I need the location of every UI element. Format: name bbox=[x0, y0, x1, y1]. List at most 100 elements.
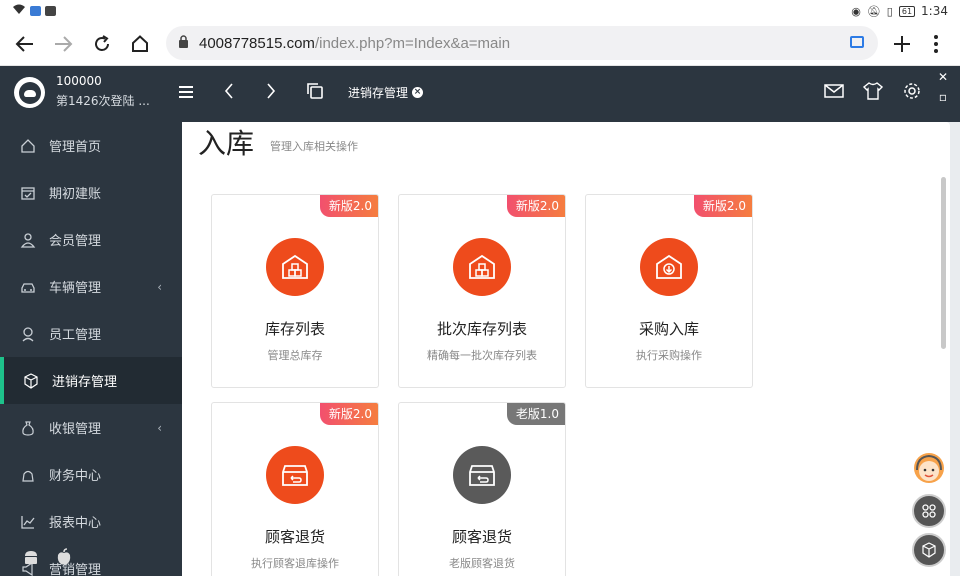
money-bag-icon bbox=[19, 419, 37, 437]
apple-icon bbox=[56, 548, 72, 570]
battery-level: 61 bbox=[901, 6, 913, 16]
sidebar-item-label: 进销存管理 bbox=[52, 375, 118, 390]
avatar[interactable] bbox=[14, 77, 45, 108]
tab-active[interactable]: 进销存管理 × bbox=[348, 84, 424, 101]
user-id: 100000 bbox=[56, 74, 102, 88]
sidebar-item-label: 会员管理 bbox=[49, 234, 102, 249]
clock: 1:34 bbox=[921, 4, 948, 18]
status-bar: ◉ 🔕︎ ▯ 61 1:34 bbox=[0, 0, 960, 22]
prev-tab-button[interactable] bbox=[224, 82, 234, 106]
home-outline-icon bbox=[132, 35, 148, 52]
new-tab-button[interactable] bbox=[886, 28, 918, 60]
chart-line-icon bbox=[19, 513, 37, 531]
page-title: 入库 bbox=[198, 127, 255, 160]
finance-icon bbox=[19, 466, 37, 484]
car-icon bbox=[19, 278, 37, 296]
hamburger-icon bbox=[179, 86, 193, 98]
home-icon bbox=[19, 137, 37, 155]
sidebar-item-members[interactable]: 会员管理 bbox=[0, 216, 182, 263]
version-badge: 新版2.0 bbox=[506, 195, 565, 217]
card-description: 执行采购操作 bbox=[636, 349, 702, 362]
card-inventory-list[interactable]: 新版2.0 库存列表 管理总库存 bbox=[211, 194, 379, 388]
eye-icon: ◉ bbox=[851, 4, 861, 18]
copy-tabs-button[interactable] bbox=[306, 82, 324, 106]
card-title: 采购入库 bbox=[638, 320, 699, 338]
sidebar-item-label: 员工管理 bbox=[49, 328, 102, 343]
sidebar-item-cashier[interactable]: 收银管理 ‹ bbox=[0, 404, 182, 451]
tab-switch-icon[interactable] bbox=[850, 36, 864, 48]
wifi-icon bbox=[12, 4, 26, 18]
version-badge: 新版2.0 bbox=[319, 403, 378, 425]
page-subtitle: 管理入库相关操作 bbox=[270, 140, 358, 153]
status-left bbox=[12, 4, 56, 18]
chevron-left-icon: ‹ bbox=[157, 279, 162, 294]
calendar-check-icon bbox=[19, 184, 37, 202]
copy-icon bbox=[307, 83, 323, 99]
minimize-window-icon[interactable]: ▫ bbox=[934, 88, 952, 106]
browser-toolbar: 4008778515.com/index.php?m=Index&a=main bbox=[0, 22, 960, 66]
cube-fab[interactable] bbox=[912, 533, 946, 567]
version-badge: 老版1.0 bbox=[506, 403, 565, 425]
reload-button[interactable] bbox=[86, 28, 118, 60]
warehouse-icon bbox=[266, 238, 324, 296]
sidebar-item-label: 收银管理 bbox=[49, 422, 102, 437]
sidebar-item-finance[interactable]: 财务中心 bbox=[0, 451, 182, 498]
sidebar-item-opening[interactable]: 期初建账 bbox=[0, 169, 182, 216]
version-badge: 新版2.0 bbox=[693, 195, 752, 217]
sidebar-item-reports[interactable]: 报表中心 bbox=[0, 498, 182, 545]
android-icon bbox=[22, 548, 40, 570]
reload-icon bbox=[95, 35, 109, 51]
status-right: ◉ 🔕︎ ▯ 61 1:34 bbox=[851, 4, 948, 18]
card-description: 执行顾客退库操作 bbox=[251, 557, 339, 570]
cube-icon bbox=[922, 542, 936, 558]
return-box-icon bbox=[266, 446, 324, 504]
avatar-logo-icon bbox=[18, 81, 41, 104]
sidebar: 管理首页 期初建账 会员管理 车辆管理 ‹ 员工管理 进销存管理 收银管理 ‹ … bbox=[0, 122, 182, 576]
sidebar-item-home[interactable]: 管理首页 bbox=[0, 122, 182, 169]
home-button[interactable] bbox=[124, 28, 156, 60]
close-tab-icon[interactable]: × bbox=[412, 87, 424, 98]
battery-indicator: 61 bbox=[898, 5, 916, 17]
box-icon bbox=[22, 372, 40, 390]
url-text: 4008778515.com/index.php?m=Index&a=main bbox=[199, 35, 510, 52]
messages-button[interactable] bbox=[824, 82, 844, 106]
url-path: /index.php?m=Index&a=main bbox=[314, 34, 511, 52]
app-icon-dark bbox=[45, 6, 56, 16]
card-customer-return[interactable]: 新版2.0 顾客退货 执行顾客退库操作 bbox=[211, 402, 379, 576]
address-bar[interactable]: 4008778515.com/index.php?m=Index&a=main bbox=[166, 26, 878, 60]
main-area: 入库 管理入库相关操作 新版2.0 库存列表 管理总库存 新版2.0 批次库存列… bbox=[182, 122, 960, 576]
card-purchase-inbound[interactable]: 新版2.0 采购入库 执行采购操作 bbox=[585, 194, 753, 388]
card-customer-return-legacy[interactable]: 老版1.0 顾客退货 老版顾客退货 bbox=[398, 402, 566, 576]
card-description: 老版顾客退货 bbox=[449, 557, 515, 570]
app-header: 100000 第1426次登陆 ... 进销存管理 × ✕ ▫ bbox=[0, 66, 960, 122]
return-box-icon bbox=[453, 446, 511, 504]
sidebar-item-inventory[interactable]: 进销存管理 bbox=[0, 357, 182, 404]
card-title: 顾客退货 bbox=[451, 528, 512, 546]
theme-button[interactable] bbox=[862, 82, 884, 106]
sidebar-item-label: 车辆管理 bbox=[49, 281, 102, 296]
more-vertical-icon bbox=[934, 35, 938, 53]
sidebar-item-vehicles[interactable]: 车辆管理 ‹ bbox=[0, 263, 182, 310]
sidebar-item-label: 财务中心 bbox=[49, 469, 102, 484]
scrollbar[interactable] bbox=[941, 177, 946, 349]
next-tab-button[interactable] bbox=[266, 82, 276, 106]
menu-toggle-button[interactable] bbox=[178, 82, 194, 106]
vibrate-icon: ▯ bbox=[886, 4, 893, 18]
apps-fab[interactable] bbox=[912, 494, 946, 528]
sidebar-item-label: 管理首页 bbox=[49, 140, 102, 155]
browser-menu-button[interactable] bbox=[920, 28, 952, 60]
card-title: 顾客退货 bbox=[264, 528, 325, 546]
back-button[interactable] bbox=[9, 28, 41, 60]
card-description: 精确每一批次库存列表 bbox=[427, 349, 537, 362]
forward-button[interactable] bbox=[47, 28, 79, 60]
chevron-left-icon bbox=[224, 83, 233, 99]
card-batch-inventory[interactable]: 新版2.0 批次库存列表 精确每一批次库存列表 bbox=[398, 194, 566, 388]
close-window-icon[interactable]: ✕ bbox=[934, 68, 952, 86]
shirt-icon bbox=[862, 82, 884, 100]
sidebar-item-label: 期初建账 bbox=[49, 187, 102, 202]
customer-service-avatar[interactable] bbox=[912, 450, 946, 486]
settings-button[interactable] bbox=[903, 82, 921, 106]
url-host: 4008778515.com bbox=[199, 34, 315, 52]
support-agent-icon bbox=[914, 453, 944, 483]
sidebar-item-staff[interactable]: 员工管理 bbox=[0, 310, 182, 357]
